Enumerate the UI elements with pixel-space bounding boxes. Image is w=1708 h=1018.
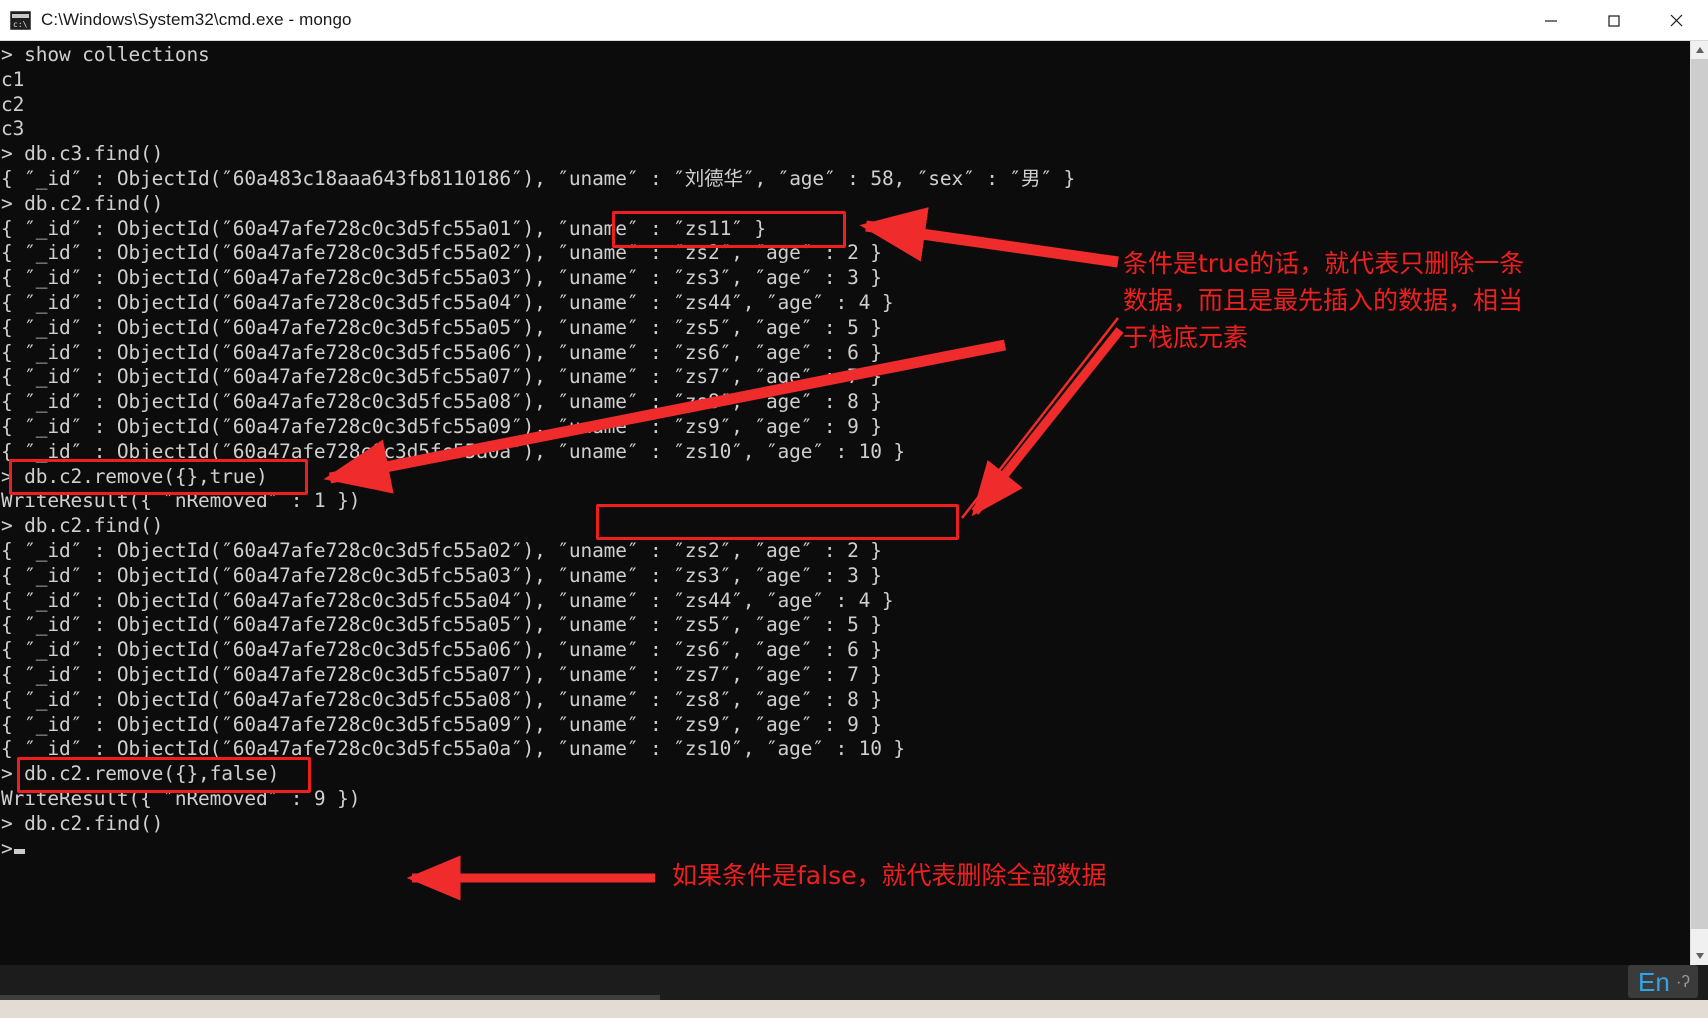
terminal-scrollbar[interactable] (1690, 41, 1708, 965)
terminal-line: > (0, 837, 1075, 862)
terminal-line: WriteResult({ ″nRemoved″ : 1 }) (1, 489, 361, 513)
terminal-line: > db.c2.remove({},true) (1, 464, 268, 488)
terminal-line: c1 (1, 67, 25, 91)
terminal-line: { ″_id″ : ObjectId(″60a47afe728c0c3d5fc5… (1, 563, 882, 587)
terminal-line: > db.c2.find() (1, 191, 164, 215)
chevron-up-icon (1696, 47, 1704, 53)
window-controls (1519, 0, 1708, 41)
terminal-line: { ″_id″ : ObjectId(″60a47afe728c0c3d5fc5… (1, 638, 882, 662)
terminal-line: > show collections (1, 43, 210, 66)
window-titlebar[interactable]: C:\Windows\System32\cmd.exe - mongo (0, 0, 1708, 41)
terminal-body[interactable]: > show collections c1 c2 c3 > db.c3.find(){ … (0, 41, 1708, 965)
taskbar-bottom-strip (0, 1000, 1708, 1018)
terminal-line: { ″_id″ : ObjectId(″60a47afe728c0c3d5fc5… (1, 538, 882, 562)
terminal-line: { ″_id″ : ObjectId(″60a47afe728c0c3d5fc5… (1, 365, 882, 389)
terminal-line: { ″_id″ : ObjectId(″60a47afe728c0c3d5fc5… (1, 613, 882, 637)
maximize-icon (1607, 14, 1620, 27)
scrollbar-thumb[interactable] (1691, 59, 1708, 929)
terminal-line: { ″_id″ : ObjectId(″60a47afe728c0c3d5fc5… (1, 315, 882, 339)
terminal-line: { ″_id″ : ObjectId(″60a47afe728c0c3d5fc5… (1, 737, 906, 761)
terminal-line: { ″_id″ : ObjectId(″60a47afe728c0c3d5fc5… (1, 588, 894, 612)
terminal-line: { ″_id″ : ObjectId(″60a47afe728c0c3d5fc5… (1, 390, 882, 414)
terminal-line: { ″_id″ : ObjectId(″60a47afe728c0c3d5fc5… (1, 662, 882, 686)
ime-mode-icon: ·ʔ (1675, 972, 1690, 991)
close-button[interactable] (1645, 0, 1708, 41)
terminal-caret (13, 848, 25, 854)
ime-language-label: En (1638, 966, 1670, 997)
maximize-button[interactable] (1582, 0, 1645, 41)
window-title: C:\Windows\System32\cmd.exe - mongo (41, 10, 352, 29)
terminal-line: { ″_id″ : ObjectId(″60a47afe728c0c3d5fc5… (1, 687, 882, 711)
minimize-button[interactable] (1519, 0, 1582, 41)
chevron-down-icon (1696, 953, 1704, 959)
terminal-line: { ″_id″ : ObjectId(″60a483c18aaa643fb811… (1, 166, 1076, 190)
terminal-line: { ″_id″ : ObjectId(″60a47afe728c0c3d5fc5… (1, 241, 882, 265)
terminal-line: { ″_id″ : ObjectId(″60a47afe728c0c3d5fc5… (1, 414, 882, 438)
terminal-line: > db.c2.find() (1, 811, 164, 835)
terminal-line: { ″_id″ : ObjectId(″60a47afe728c0c3d5fc5… (1, 712, 882, 736)
terminal-line: c3 (1, 117, 25, 141)
ime-indicator[interactable]: En ·ʔ (1628, 965, 1698, 998)
terminal-line: c2 (1, 92, 25, 116)
cmd-window: C:\Windows\System32\cmd.exe - mongo (0, 0, 1708, 1018)
scroll-up-button[interactable] (1691, 41, 1708, 59)
cmd-icon (10, 10, 31, 30)
terminal-line: { ″_id″ : ObjectId(″60a47afe728c0c3d5fc5… (1, 216, 766, 240)
scroll-down-button[interactable] (1691, 947, 1708, 965)
close-icon (1670, 14, 1683, 27)
terminal-line: { ″_id″ : ObjectId(″60a47afe728c0c3d5fc5… (1, 290, 894, 314)
terminal-line: { ″_id″ : ObjectId(″60a47afe728c0c3d5fc5… (1, 266, 882, 290)
terminal-line: { ″_id″ : ObjectId(″60a47afe728c0c3d5fc5… (1, 439, 906, 463)
terminal-line: > db.c3.find() (1, 142, 164, 166)
taskbar: En ·ʔ (0, 965, 1708, 1018)
minimize-icon (1544, 19, 1557, 22)
terminal-output: > show collections c1 c2 c3 > db.c3.find(){ … (0, 41, 1075, 861)
terminal-line: WriteResult({ ″nRemoved″ : 9 }) (1, 786, 361, 810)
terminal-line: { ″_id″ : ObjectId(″60a47afe728c0c3d5fc5… (1, 340, 882, 364)
terminal-line: > db.c2.remove({},false) (1, 762, 280, 786)
terminal-line: > db.c2.find() (1, 514, 164, 538)
